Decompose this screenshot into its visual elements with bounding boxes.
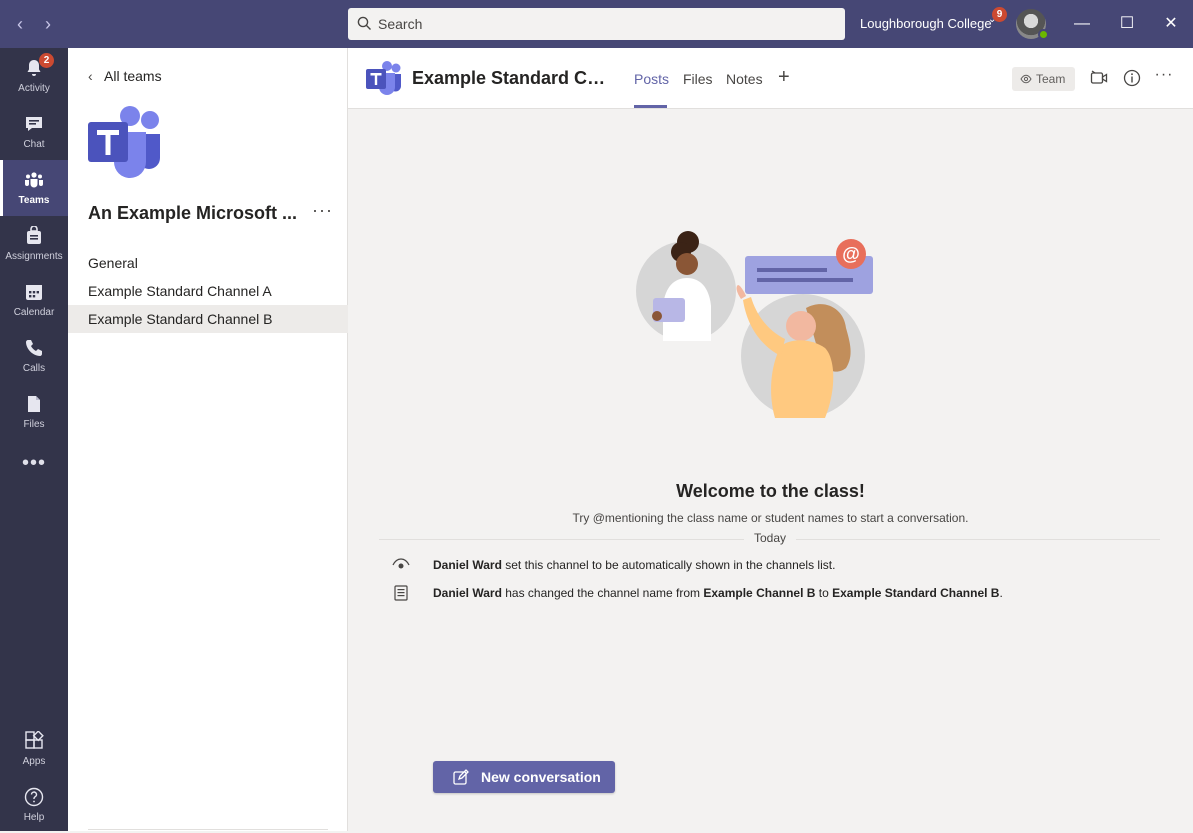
event-new-name: Example Standard Channel B <box>832 586 1000 600</box>
chat-icon <box>26 117 42 131</box>
rail-item-help[interactable]: Help <box>0 777 68 833</box>
more-apps-icon[interactable]: ••• <box>0 452 68 475</box>
rail-label: Apps <box>22 756 46 767</box>
channel-main: Example Standard Ch... Posts Files Notes… <box>348 48 1193 831</box>
all-teams-link[interactable]: ‹ All teams <box>88 68 162 84</box>
svg-text:@: @ <box>842 244 860 264</box>
minimize-icon[interactable]: — <box>1068 10 1096 38</box>
rail-label: Chat <box>23 139 45 150</box>
new-conversation-label: New conversation <box>481 769 601 785</box>
rail-label: Activity <box>18 83 50 94</box>
tab-files[interactable]: Files <box>683 71 713 87</box>
team-name: An Example Microsoft ... <box>88 203 298 223</box>
event-actor: Daniel Ward <box>433 558 502 572</box>
rail-item-calls[interactable]: Calls <box>0 328 68 384</box>
event-actor: Daniel Ward <box>433 586 502 600</box>
calendar-icon <box>26 285 42 300</box>
add-tab-icon[interactable]: + <box>778 66 790 89</box>
tab-notes[interactable]: Notes <box>726 71 763 87</box>
org-switcher[interactable]: Loughborough College <box>860 16 992 31</box>
back-arrow-icon[interactable]: ‹ <box>8 12 32 36</box>
more-options-icon[interactable]: ··· <box>312 200 333 221</box>
more-options-icon[interactable]: ··· <box>1154 66 1174 86</box>
new-conversation-button[interactable]: New conversation <box>433 761 615 793</box>
event-text: . <box>999 586 1003 600</box>
search-input[interactable] <box>378 8 828 40</box>
info-icon[interactable] <box>1122 68 1142 88</box>
rail-label: Assignments <box>5 251 63 262</box>
rail-item-teams[interactable]: Teams <box>0 160 68 216</box>
welcome-subtitle: Try @mentioning the class name or studen… <box>572 511 969 525</box>
team-panel: ‹ All teams An Example Microsoft ... ··· … <box>68 48 348 831</box>
rail-item-activity[interactable]: 2 Activity <box>0 48 68 104</box>
chevron-left-icon: ‹ <box>88 68 93 84</box>
event-rename: Daniel Ward has changed the channel name… <box>433 586 1003 600</box>
event-old-name: Example Channel B <box>703 586 816 600</box>
tab-posts[interactable]: Posts <box>634 71 669 87</box>
rail-item-calendar[interactable]: Calendar <box>0 272 68 328</box>
help-icon <box>24 787 44 807</box>
team-visibility-button[interactable]: Team <box>1012 67 1075 91</box>
date-divider: Today <box>744 531 796 545</box>
assignments-icon <box>27 226 41 244</box>
org-notification-badge: 9 <box>992 7 1007 22</box>
eye-icon <box>392 558 410 569</box>
rail-label: Files <box>23 419 45 430</box>
forward-arrow-icon[interactable]: › <box>36 12 60 36</box>
rail-item-assignments[interactable]: Assignments <box>0 216 68 272</box>
search-icon <box>357 16 371 30</box>
team-pill-label: Team <box>1036 72 1066 86</box>
eye-icon <box>1020 74 1032 84</box>
event-text: has changed the channel name from <box>501 586 704 600</box>
rail-item-apps[interactable]: Apps <box>0 721 68 777</box>
rail-label: Calls <box>22 363 46 374</box>
active-tab-indicator <box>634 105 667 108</box>
welcome-title: Welcome to the class! <box>676 481 865 501</box>
status-available-icon <box>1038 29 1049 40</box>
team-logo <box>88 106 160 178</box>
activity-badge: 2 <box>39 53 54 68</box>
phone-icon <box>26 340 42 356</box>
channel-general[interactable]: General <box>68 249 348 277</box>
divider <box>88 829 328 830</box>
event-auto-show: Daniel Ward set this channel to be autom… <box>433 558 835 572</box>
apps-icon <box>25 731 44 749</box>
maximize-icon[interactable]: ☐ <box>1113 10 1141 38</box>
event-text: set this channel to be automatically sho… <box>501 558 836 572</box>
rail-item-chat[interactable]: Chat <box>0 104 68 160</box>
rail-item-files[interactable]: Files <box>0 384 68 440</box>
channel-header: Example Standard Ch... Posts Files Notes… <box>348 48 1193 109</box>
channel-example-standard-a[interactable]: Example Standard Channel A <box>68 277 348 305</box>
app-rail: 2 Activity Chat Teams Assignments Calend… <box>0 48 68 831</box>
compose-icon <box>453 769 469 785</box>
channel-title: Example Standard Ch... <box>412 68 612 88</box>
close-icon[interactable]: ✕ <box>1157 10 1185 38</box>
file-icon <box>28 396 40 412</box>
title-bar: ‹ › Loughborough College ⌄ 9 — ☐ ✕ <box>0 0 1193 48</box>
all-teams-label: All teams <box>104 68 162 84</box>
rail-label: Calendar <box>13 307 55 318</box>
event-text: to <box>815 586 833 600</box>
rail-label: Help <box>23 812 45 823</box>
team-channel-icon <box>366 61 401 95</box>
channel-rename-icon <box>394 585 408 601</box>
rail-label: Teams <box>18 195 50 206</box>
welcome-illustration: @ <box>636 231 873 418</box>
teams-icon <box>25 172 43 188</box>
channel-example-standard-b[interactable]: Example Standard Channel B <box>68 305 348 333</box>
meet-now-icon[interactable] <box>1089 68 1109 88</box>
search-box[interactable] <box>348 8 845 40</box>
